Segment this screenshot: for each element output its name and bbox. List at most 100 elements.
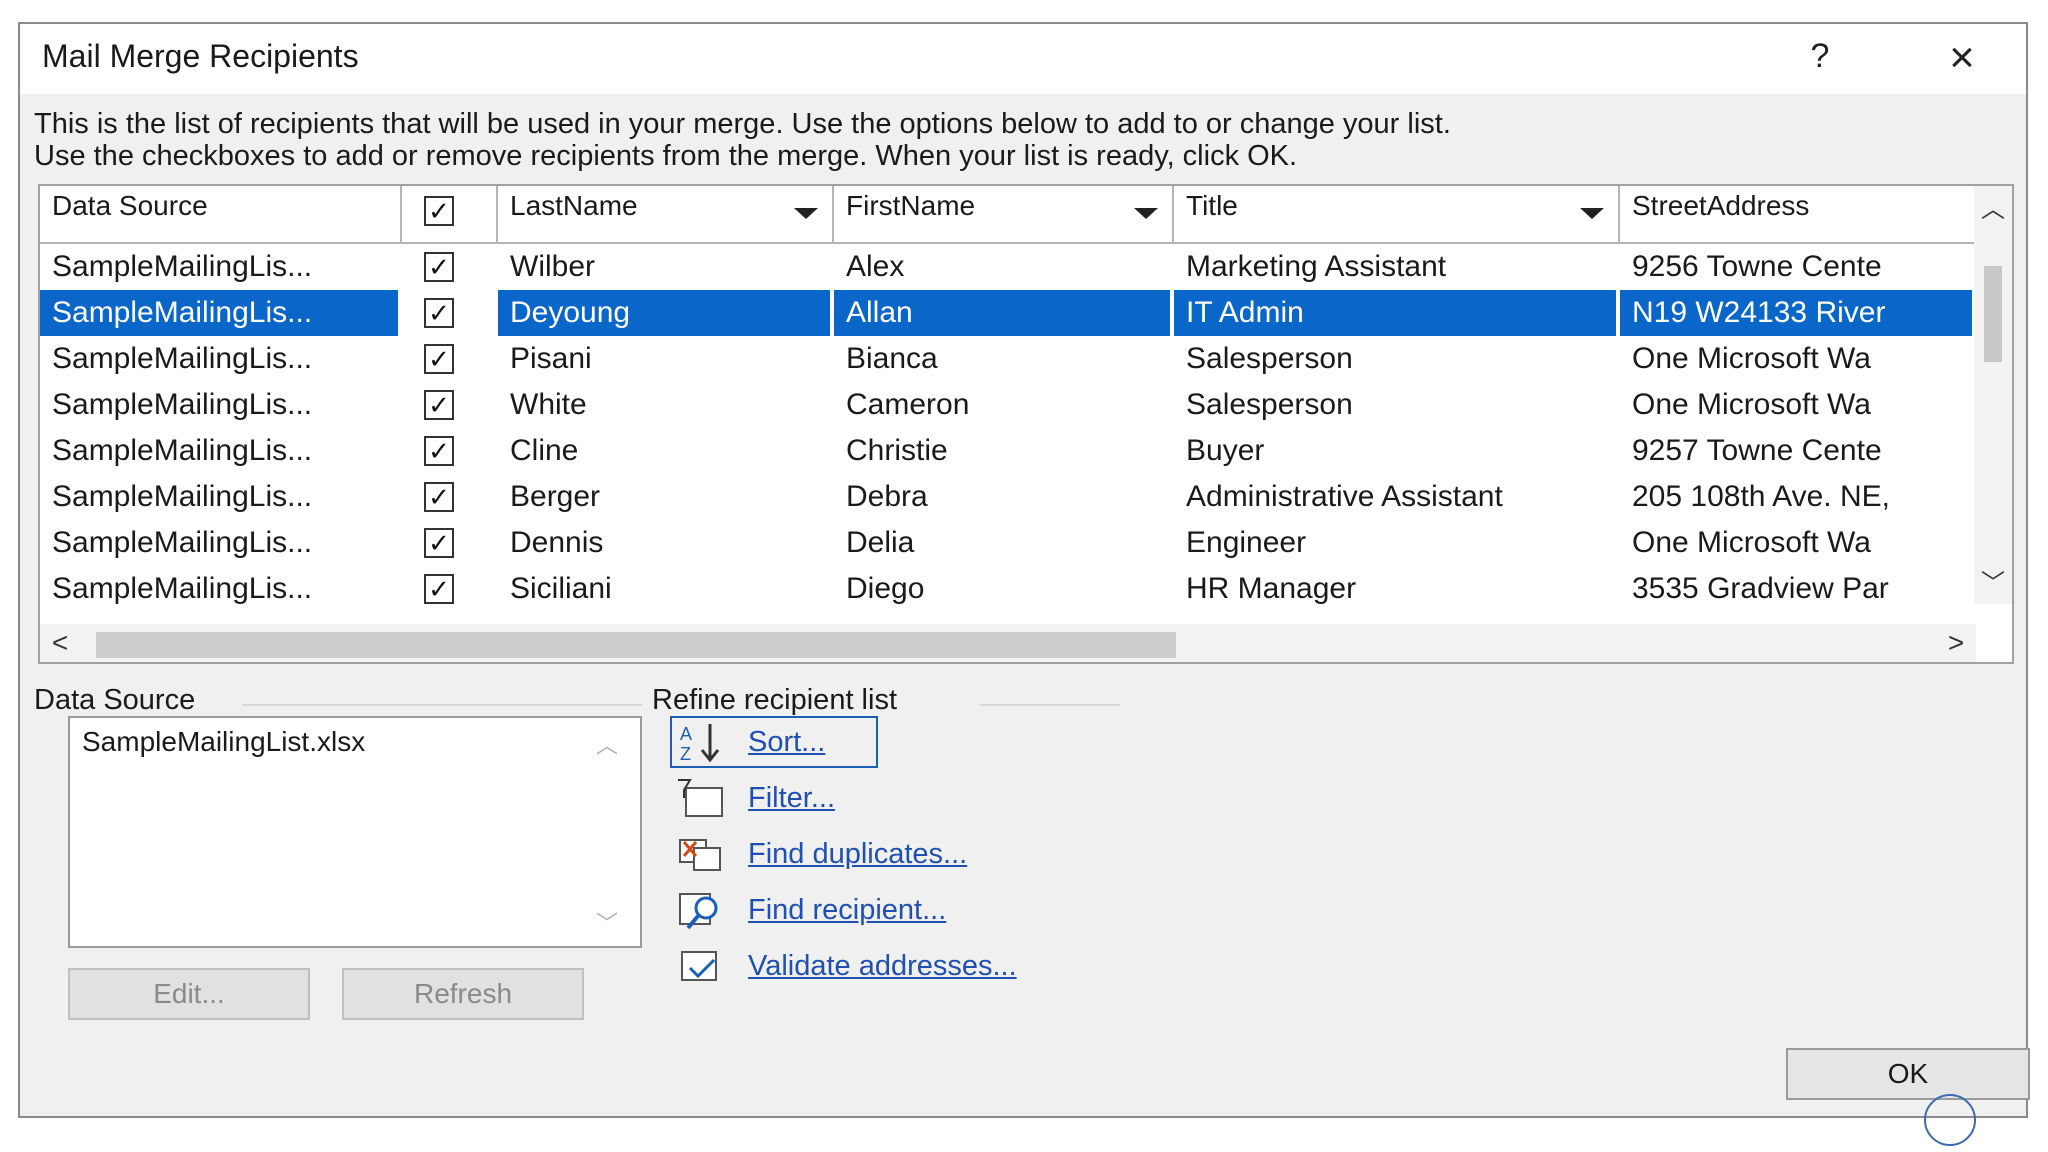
- row-checkbox[interactable]: ✓: [424, 528, 454, 558]
- table-row[interactable]: SampleMailingLis... Deyoung Allan IT Admin N…: [40, 290, 1976, 336]
- cell-first[interactable]: Allan: [834, 290, 1170, 336]
- horizontal-scrollbar[interactable]: < >: [40, 624, 1976, 662]
- cell-title[interactable]: Salesperson: [1174, 382, 1616, 428]
- dropdown-arrow-icon[interactable]: [794, 208, 818, 219]
- column-header-select-all[interactable]: ✓: [402, 186, 498, 242]
- scroll-thumb[interactable]: [96, 632, 1176, 658]
- cell-title[interactable]: HR Manager: [1174, 566, 1616, 612]
- scroll-left-icon[interactable]: <: [40, 624, 80, 662]
- cell-last[interactable]: Siciliani: [498, 566, 830, 612]
- table-row[interactable]: SampleMailingLis... Wilber Alex Marketing A…: [40, 244, 1976, 290]
- scroll-down-icon[interactable]: ﹀: [1974, 566, 2012, 602]
- cell-first[interactable]: Bianca: [834, 336, 1170, 382]
- row-checkbox[interactable]: ✓: [424, 252, 454, 282]
- select-all-checkbox[interactable]: ✓: [424, 196, 454, 226]
- filter-link-row[interactable]: Filter...: [676, 776, 835, 820]
- cell-source[interactable]: SampleMailingLis...: [40, 336, 398, 382]
- cell-street[interactable]: 9256 Towne Cente: [1620, 244, 1972, 290]
- dropdown-arrow-icon[interactable]: [1580, 208, 1604, 219]
- row-checkbox[interactable]: ✓: [424, 574, 454, 604]
- sort-link-row[interactable]: A Z Sort...: [676, 720, 825, 764]
- cell-title[interactable]: Engineer: [1174, 520, 1616, 566]
- column-header-data-source[interactable]: Data Source: [40, 186, 402, 242]
- table-row[interactable]: SampleMailingLis... Cline Christie Buyer 925…: [40, 428, 1976, 474]
- cell-title[interactable]: Salesperson: [1174, 336, 1616, 382]
- cell-street[interactable]: 9257 Towne Cente: [1620, 428, 1972, 474]
- data-source-list-item[interactable]: SampleMailingList.xlsx: [82, 724, 365, 760]
- validate-addresses-link-row[interactable]: Validate addresses...: [676, 944, 1017, 988]
- filter-link[interactable]: Filter...: [748, 782, 835, 815]
- table-row[interactable]: SampleMailingLis... Siciliani Diego HR Mana…: [40, 566, 1976, 612]
- cell-last[interactable]: White: [498, 382, 830, 428]
- help-button[interactable]: ?: [1798, 34, 1842, 78]
- find-recipient-link-row[interactable]: Find recipient...: [676, 888, 946, 932]
- corner-circle-decoration: [1924, 1094, 1976, 1146]
- row-checkbox[interactable]: ✓: [424, 436, 454, 466]
- refresh-button[interactable]: Refresh: [342, 968, 584, 1020]
- cell-source[interactable]: SampleMailingLis...: [40, 382, 398, 428]
- group-divider: [242, 704, 642, 706]
- cell-first[interactable]: Diego: [834, 566, 1170, 612]
- vertical-scrollbar[interactable]: ︿ ﹀: [1974, 186, 2012, 604]
- cell-last[interactable]: Deyoung: [498, 290, 830, 336]
- cell-source[interactable]: SampleMailingLis...: [40, 290, 398, 336]
- cell-first[interactable]: Delia: [834, 520, 1170, 566]
- cell-source[interactable]: SampleMailingLis...: [40, 474, 398, 520]
- cell-last[interactable]: Dennis: [498, 520, 830, 566]
- cell-source[interactable]: SampleMailingLis...: [40, 244, 398, 290]
- cell-last[interactable]: Wilber: [498, 244, 830, 290]
- column-header-last-name[interactable]: LastName: [498, 186, 834, 242]
- row-checkbox[interactable]: ✓: [424, 482, 454, 512]
- chevron-down-icon[interactable]: ﹀: [592, 906, 622, 936]
- close-button[interactable]: ×: [1934, 32, 1990, 84]
- row-checkbox[interactable]: ✓: [424, 298, 454, 328]
- cell-street[interactable]: 3535 Gradview Par: [1620, 566, 1972, 612]
- ok-button[interactable]: OK: [1786, 1048, 2030, 1100]
- data-source-list[interactable]: SampleMailingList.xlsx ︿ ﹀: [68, 716, 642, 948]
- scroll-up-icon[interactable]: ︿: [1974, 192, 2012, 228]
- cell-street[interactable]: N19 W24133 River: [1620, 290, 1972, 336]
- recipients-grid[interactable]: Data Source ✓ LastName FirstName Title S…: [38, 184, 2014, 664]
- scroll-right-icon[interactable]: >: [1936, 624, 1976, 662]
- table-row[interactable]: SampleMailingLis... Berger Debra Administra…: [40, 474, 1976, 520]
- row-checkbox[interactable]: ✓: [424, 344, 454, 374]
- scroll-thumb[interactable]: [1984, 266, 2002, 362]
- cell-first[interactable]: Cameron: [834, 382, 1170, 428]
- cell-source[interactable]: SampleMailingLis...: [40, 566, 398, 612]
- cell-source[interactable]: SampleMailingLis...: [40, 520, 398, 566]
- cell-title[interactable]: Administrative Assistant: [1174, 474, 1616, 520]
- cell-last[interactable]: Cline: [498, 428, 830, 474]
- cell-first[interactable]: Christie: [834, 428, 1170, 474]
- cell-title[interactable]: Marketing Assistant: [1174, 244, 1616, 290]
- edit-button[interactable]: Edit...: [68, 968, 310, 1020]
- validate-addresses-link[interactable]: Validate addresses...: [748, 950, 1017, 983]
- dropdown-arrow-icon[interactable]: [1134, 208, 1158, 219]
- cell-street[interactable]: 205 108th Ave. NE,: [1620, 474, 1972, 520]
- chevron-up-icon[interactable]: ︿: [592, 728, 622, 758]
- column-header-label: FirstName: [846, 190, 976, 221]
- dialog-title: Mail Merge Recipients: [42, 38, 359, 74]
- table-row[interactable]: SampleMailingLis... White Cameron Salespers…: [40, 382, 1976, 428]
- column-header-label: Title: [1186, 190, 1238, 221]
- cell-street[interactable]: One Microsoft Wa: [1620, 520, 1972, 566]
- column-header-first-name[interactable]: FirstName: [834, 186, 1174, 242]
- table-row[interactable]: SampleMailingLis... Dennis Delia Engineer On…: [40, 520, 1976, 566]
- find-duplicates-link-row[interactable]: Find duplicates...: [676, 832, 967, 876]
- cell-first[interactable]: Alex: [834, 244, 1170, 290]
- cell-title[interactable]: IT Admin: [1174, 290, 1616, 336]
- cell-last[interactable]: Pisani: [498, 336, 830, 382]
- column-header-street-address[interactable]: StreetAddress: [1620, 186, 1976, 242]
- cell-first[interactable]: Debra: [834, 474, 1170, 520]
- instructions-line-1: This is the list of recipients that will…: [34, 108, 1451, 140]
- row-checkbox[interactable]: ✓: [424, 390, 454, 420]
- find-duplicates-link[interactable]: Find duplicates...: [748, 838, 967, 871]
- cell-title[interactable]: Buyer: [1174, 428, 1616, 474]
- cell-street[interactable]: One Microsoft Wa: [1620, 382, 1972, 428]
- cell-last[interactable]: Berger: [498, 474, 830, 520]
- cell-street[interactable]: One Microsoft Wa: [1620, 336, 1972, 382]
- cell-source[interactable]: SampleMailingLis...: [40, 428, 398, 474]
- sort-link[interactable]: Sort...: [748, 726, 825, 759]
- column-header-title[interactable]: Title: [1174, 186, 1620, 242]
- find-recipient-link[interactable]: Find recipient...: [748, 894, 946, 927]
- table-row[interactable]: SampleMailingLis... Pisani Bianca Salespers…: [40, 336, 1976, 382]
